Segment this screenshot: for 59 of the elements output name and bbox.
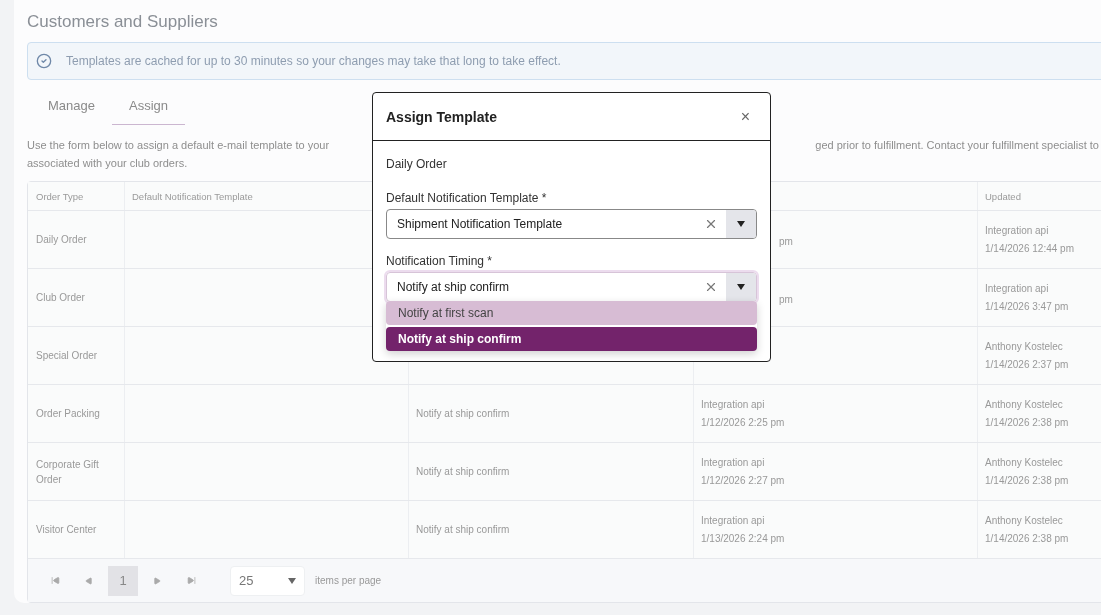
table-cell-text: Anthony Kostelec [985, 514, 1064, 528]
tab[interactable]: Manage [31, 92, 112, 125]
last-page-icon [186, 576, 196, 585]
table-cell-text: Special Order [36, 349, 99, 363]
column-header: Order Type [36, 190, 85, 202]
first-page-icon [50, 576, 60, 585]
intro-text: Use the form below to assign a default e-mail template to your [27, 138, 330, 153]
table-cell-text: Integration api [701, 514, 766, 528]
table-cell-text: 1/14/2026 2:38 pm [985, 474, 1070, 488]
table-cell-text: Integration api [985, 224, 1050, 238]
table-cell-text: 1/14/2026 3:47 pm [985, 300, 1070, 314]
close-button[interactable]: × [734, 107, 756, 126]
field-label: Default Notification Template * [386, 191, 548, 205]
table-cell-text: Integration api [701, 456, 766, 470]
column-header: Updated [985, 190, 1022, 202]
table-cell-text: Anthony Kostelec [985, 398, 1064, 412]
table-cell-text: Corporate Gift Order [36, 457, 100, 487]
next-icon [153, 576, 161, 585]
select-field[interactable]: Shipment Notification Template [386, 209, 757, 239]
table-cell-text: 1/12/2026 2:27 pm [701, 474, 786, 488]
caret-icon [737, 221, 745, 227]
table-cell-text: Daily Order [36, 233, 88, 247]
dialog-title: Assign Template [386, 108, 497, 125]
table-cell-text: 1/14/2026 2:38 pm [985, 416, 1070, 430]
dropdown-option[interactable]: Notify at first scan [386, 301, 757, 325]
page-size-select[interactable]: 25 [230, 565, 305, 596]
table-cell-text: Notify at ship confirm [416, 523, 511, 537]
table-cell-text: 1/14/2026 12:44 pm [985, 242, 1075, 256]
table-cell-text: Club Order [36, 291, 86, 305]
intro-text: associated with your club orders. [27, 156, 188, 171]
table-cell-text: Integration api [985, 282, 1050, 296]
table-cell-text: 1/12/2026 2:25 pm [701, 416, 786, 430]
table-cell-text: Integration api [701, 398, 766, 412]
table-cell-text: Notify at ship confirm [416, 407, 511, 421]
page-title: Customers and Suppliers [27, 12, 219, 32]
table-cell-text: 1/13/2026 2:24 pm [701, 532, 786, 546]
tab[interactable]: Assign [112, 92, 185, 125]
table-cell-text: Visitor Center [36, 523, 98, 537]
dropdown-option[interactable]: Notify at ship confirm [386, 327, 757, 351]
table-cell-text: 1/14/2026 2:37 pm [985, 358, 1070, 372]
previous-icon [85, 576, 93, 585]
intro-text: ged prior to fulfillment. Contact your fulfillment specialist to [815, 138, 1099, 153]
field-label: Notification Timing * [386, 254, 494, 268]
order-type-text: Daily Order [386, 157, 448, 171]
caret-icon [737, 284, 745, 290]
table-cell-text: pm [778, 234, 794, 249]
clear-icon[interactable] [704, 217, 718, 231]
select-field[interactable]: Notify at ship confirm [386, 272, 757, 302]
alert-text: Templates are cached for up to 30 minutes so your changes may take that long to take effect. [66, 54, 561, 68]
caret-icon [288, 577, 296, 584]
table-cell-text: Notify at ship confirm [416, 465, 511, 479]
table-cell-text: Anthony Kostelec [985, 456, 1064, 470]
table-cell-text: 1/14/2026 2:38 pm [985, 532, 1070, 546]
page-size-label: items per page [315, 575, 382, 586]
table-cell-text: Anthony Kostelec [985, 340, 1064, 354]
table-cell-text: pm [778, 292, 794, 307]
clear-icon[interactable] [704, 280, 718, 294]
check-circle-icon [36, 53, 52, 69]
table-cell-text: Order Packing [36, 407, 101, 421]
